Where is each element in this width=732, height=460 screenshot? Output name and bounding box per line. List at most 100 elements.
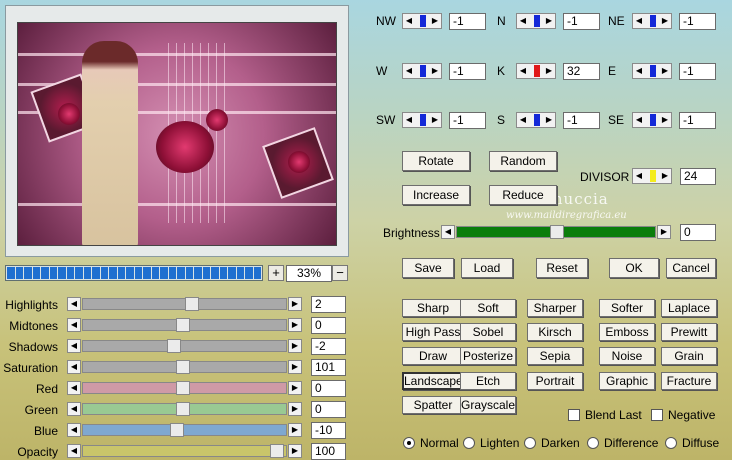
filter-noise-button[interactable]: Noise <box>599 347 655 365</box>
mode-normal-radio[interactable] <box>403 437 415 449</box>
filter-sharper-button[interactable]: Sharper <box>527 299 583 317</box>
chevron-right-icon[interactable]: ▶ <box>288 444 302 458</box>
chevron-left-icon[interactable]: ◀ <box>517 64 529 78</box>
cancel-button[interactable]: Cancel <box>666 258 716 278</box>
filter-emboss-button[interactable]: Emboss <box>599 323 655 341</box>
green-field[interactable]: 0 <box>311 401 346 418</box>
reset-button[interactable]: Reset <box>536 258 588 278</box>
negative-checkbox[interactable] <box>651 409 663 421</box>
chevron-right-icon[interactable]: ▶ <box>657 225 671 239</box>
chevron-left-icon[interactable]: ◀ <box>67 318 81 332</box>
filter-grayscale-button[interactable]: Grayscale <box>460 396 516 414</box>
divisor-field[interactable]: 24 <box>680 168 716 185</box>
brightness-slider[interactable]: ◀ ▶ <box>441 225 671 240</box>
filter-fracture-button[interactable]: Fracture <box>661 372 717 390</box>
s-stepper[interactable]: ◀ ▶ <box>516 112 556 128</box>
opacity-track[interactable] <box>82 445 287 457</box>
save-button[interactable]: Save <box>402 258 454 278</box>
chevron-left-icon[interactable]: ◀ <box>441 225 455 239</box>
blue-field[interactable]: -10 <box>311 422 346 439</box>
blue-track[interactable] <box>82 424 287 436</box>
filter-softer-button[interactable]: Softer <box>599 299 655 317</box>
random-button[interactable]: Random <box>489 151 557 171</box>
sw-field[interactable]: -1 <box>449 112 486 129</box>
shadows-track[interactable] <box>82 340 287 352</box>
mode-diffuse-radio[interactable] <box>665 437 677 449</box>
mode-darken-radio[interactable] <box>524 437 536 449</box>
saturation-slider[interactable]: ◀ ▶ <box>67 360 303 375</box>
chevron-left-icon[interactable]: ◀ <box>403 113 415 127</box>
filter-etch-button[interactable]: Etch <box>460 372 516 390</box>
red-slider[interactable]: ◀ ▶ <box>67 381 303 396</box>
blend-last-checkbox[interactable] <box>568 409 580 421</box>
divisor-stepper[interactable]: ◀ ▶ <box>632 168 672 184</box>
chevron-left-icon[interactable]: ◀ <box>67 402 81 416</box>
ne-field[interactable]: -1 <box>679 13 716 30</box>
highlights-slider[interactable]: ◀ ▶ <box>67 297 303 312</box>
chevron-right-icon[interactable]: ▶ <box>288 423 302 437</box>
opacity-slider[interactable]: ◀ ▶ <box>67 444 303 459</box>
k-stepper[interactable]: ◀ ▶ <box>516 63 556 79</box>
filter-spatter-button[interactable]: Spatter <box>402 396 464 414</box>
green-slider[interactable]: ◀ ▶ <box>67 402 303 417</box>
filter-grain-button[interactable]: Grain <box>661 347 717 365</box>
shadows-field[interactable]: -2 <box>311 338 346 355</box>
filter-sobel-button[interactable]: Sobel <box>460 323 516 341</box>
nw-field[interactable]: -1 <box>449 13 486 30</box>
k-field[interactable]: 32 <box>563 63 600 80</box>
opacity-field[interactable]: 100 <box>311 443 346 460</box>
filter-posterize-button[interactable]: Posterize <box>460 347 516 365</box>
mode-lighten-radio[interactable] <box>463 437 475 449</box>
highlights-thumb[interactable] <box>185 297 199 311</box>
green-thumb[interactable] <box>176 402 190 416</box>
se-field[interactable]: -1 <box>679 112 716 129</box>
sw-stepper[interactable]: ◀ ▶ <box>402 112 442 128</box>
filter-soft-button[interactable]: Soft <box>460 299 516 317</box>
midtones-slider[interactable]: ◀ ▶ <box>67 318 303 333</box>
zoom-in-button[interactable]: + <box>268 265 284 281</box>
e-field[interactable]: -1 <box>679 63 716 80</box>
red-field[interactable]: 0 <box>311 380 346 397</box>
load-button[interactable]: Load <box>461 258 513 278</box>
mode-difference-radio[interactable] <box>587 437 599 449</box>
red-thumb[interactable] <box>176 381 190 395</box>
blue-slider[interactable]: ◀ ▶ <box>67 423 303 438</box>
chevron-left-icon[interactable]: ◀ <box>67 381 81 395</box>
opacity-thumb[interactable] <box>270 444 284 458</box>
se-stepper[interactable]: ◀ ▶ <box>632 112 672 128</box>
chevron-right-icon[interactable]: ▶ <box>288 318 302 332</box>
chevron-right-icon[interactable]: ▶ <box>429 113 441 127</box>
chevron-right-icon[interactable]: ▶ <box>659 64 671 78</box>
chevron-left-icon[interactable]: ◀ <box>633 169 645 183</box>
chevron-right-icon[interactable]: ▶ <box>543 113 555 127</box>
filter-graphic-button[interactable]: Graphic <box>599 372 655 390</box>
chevron-right-icon[interactable]: ▶ <box>288 339 302 353</box>
chevron-right-icon[interactable]: ▶ <box>659 14 671 28</box>
chevron-right-icon[interactable]: ▶ <box>288 360 302 374</box>
filter-sepia-button[interactable]: Sepia <box>527 347 583 365</box>
chevron-left-icon[interactable]: ◀ <box>403 14 415 28</box>
chevron-left-icon[interactable]: ◀ <box>67 360 81 374</box>
s-field[interactable]: -1 <box>563 112 600 129</box>
filter-kirsch-button[interactable]: Kirsch <box>527 323 583 341</box>
filter-portrait-button[interactable]: Portrait <box>527 372 583 390</box>
midtones-thumb[interactable] <box>176 318 190 332</box>
chevron-right-icon[interactable]: ▶ <box>543 14 555 28</box>
chevron-right-icon[interactable]: ▶ <box>429 64 441 78</box>
chevron-left-icon[interactable]: ◀ <box>633 14 645 28</box>
chevron-right-icon[interactable]: ▶ <box>429 14 441 28</box>
chevron-left-icon[interactable]: ◀ <box>67 444 81 458</box>
increase-button[interactable]: Increase <box>402 185 470 205</box>
blue-thumb[interactable] <box>170 423 184 437</box>
chevron-right-icon[interactable]: ▶ <box>543 64 555 78</box>
filter-draw-button[interactable]: Draw <box>402 347 464 365</box>
n-field[interactable]: -1 <box>563 13 600 30</box>
rotate-button[interactable]: Rotate <box>402 151 470 171</box>
chevron-left-icon[interactable]: ◀ <box>517 14 529 28</box>
chevron-left-icon[interactable]: ◀ <box>67 423 81 437</box>
filter-sharp-button[interactable]: Sharp <box>402 299 464 317</box>
ok-button[interactable]: OK <box>609 258 659 278</box>
filter-high-pass-button[interactable]: High Pass <box>402 323 464 341</box>
shadows-thumb[interactable] <box>167 339 181 353</box>
n-stepper[interactable]: ◀ ▶ <box>516 13 556 29</box>
